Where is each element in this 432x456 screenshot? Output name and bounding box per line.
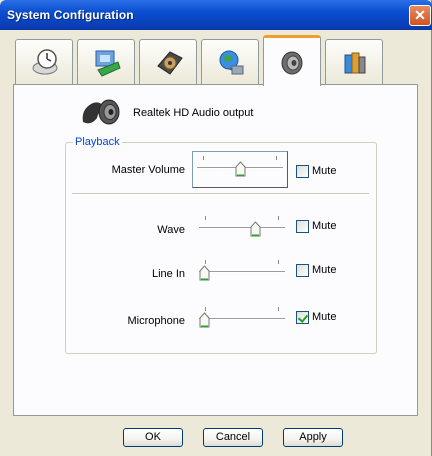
device-label: Realtek HD Audio output xyxy=(133,107,254,119)
slider-thumb[interactable] xyxy=(199,312,210,328)
line-in-volume-slider[interactable] xyxy=(199,260,285,281)
slider-tick xyxy=(276,156,277,160)
display-icon xyxy=(95,50,121,77)
mute-checkbox-box[interactable] xyxy=(296,311,309,324)
ok-button[interactable]: OK xyxy=(123,428,183,447)
tab-hard-drive[interactable] xyxy=(139,39,197,85)
speaker-icon xyxy=(281,51,303,75)
slider-tick xyxy=(278,260,279,264)
mute-label: Mute xyxy=(312,311,337,323)
system-configuration-window: System Configuration ✕ Realtek HD Audio … xyxy=(0,0,432,456)
wave-volume-slider[interactable] xyxy=(199,216,285,237)
separator xyxy=(72,193,369,195)
mute-checkbox-box[interactable] xyxy=(296,220,309,233)
slider-track xyxy=(199,271,285,273)
apply-button[interactable]: Apply xyxy=(283,428,343,447)
tab-clock[interactable] xyxy=(15,39,73,85)
master-volume-label: Master Volume xyxy=(111,164,185,176)
mute-label: Mute xyxy=(312,165,337,177)
microphone-label: Microphone xyxy=(127,315,185,327)
slider-thumb[interactable] xyxy=(235,161,246,177)
slider-track xyxy=(199,318,285,320)
line-in-label: Line In xyxy=(151,268,185,280)
slider-tick xyxy=(278,307,279,311)
slider-tick xyxy=(205,260,206,264)
mute-label: Mute xyxy=(312,264,337,276)
globe-network-icon xyxy=(219,50,244,75)
tab-books[interactable] xyxy=(325,39,383,85)
title-bar[interactable]: System Configuration ✕ xyxy=(0,0,432,30)
window-title: System Configuration xyxy=(7,8,134,22)
hard-drive-icon xyxy=(157,51,183,75)
mute-checkbox-box[interactable] xyxy=(296,264,309,277)
cancel-button[interactable]: Cancel xyxy=(203,428,263,447)
slider-thumb[interactable] xyxy=(250,221,261,237)
slider-tick xyxy=(203,156,204,160)
close-button[interactable]: ✕ xyxy=(409,5,431,26)
microphone-volume-slider[interactable] xyxy=(199,307,285,328)
mute-checkbox-box[interactable] xyxy=(296,165,309,178)
slider-track xyxy=(199,227,285,229)
slider-tick xyxy=(205,216,206,220)
books-icon xyxy=(344,52,366,74)
tab-network[interactable] xyxy=(201,39,259,85)
slider-tick xyxy=(205,307,206,311)
speaker-icon xyxy=(82,99,120,125)
playback-group-title: Playback xyxy=(73,136,122,148)
mute-label: Mute xyxy=(312,220,337,232)
clock-icon xyxy=(32,49,58,75)
slider-tick xyxy=(278,216,279,220)
slider-thumb[interactable] xyxy=(199,265,210,281)
wave-label: Wave xyxy=(157,224,185,236)
tab-audio[interactable] xyxy=(263,35,321,86)
tab-display[interactable] xyxy=(77,39,135,85)
master-volume-slider[interactable] xyxy=(197,156,283,177)
